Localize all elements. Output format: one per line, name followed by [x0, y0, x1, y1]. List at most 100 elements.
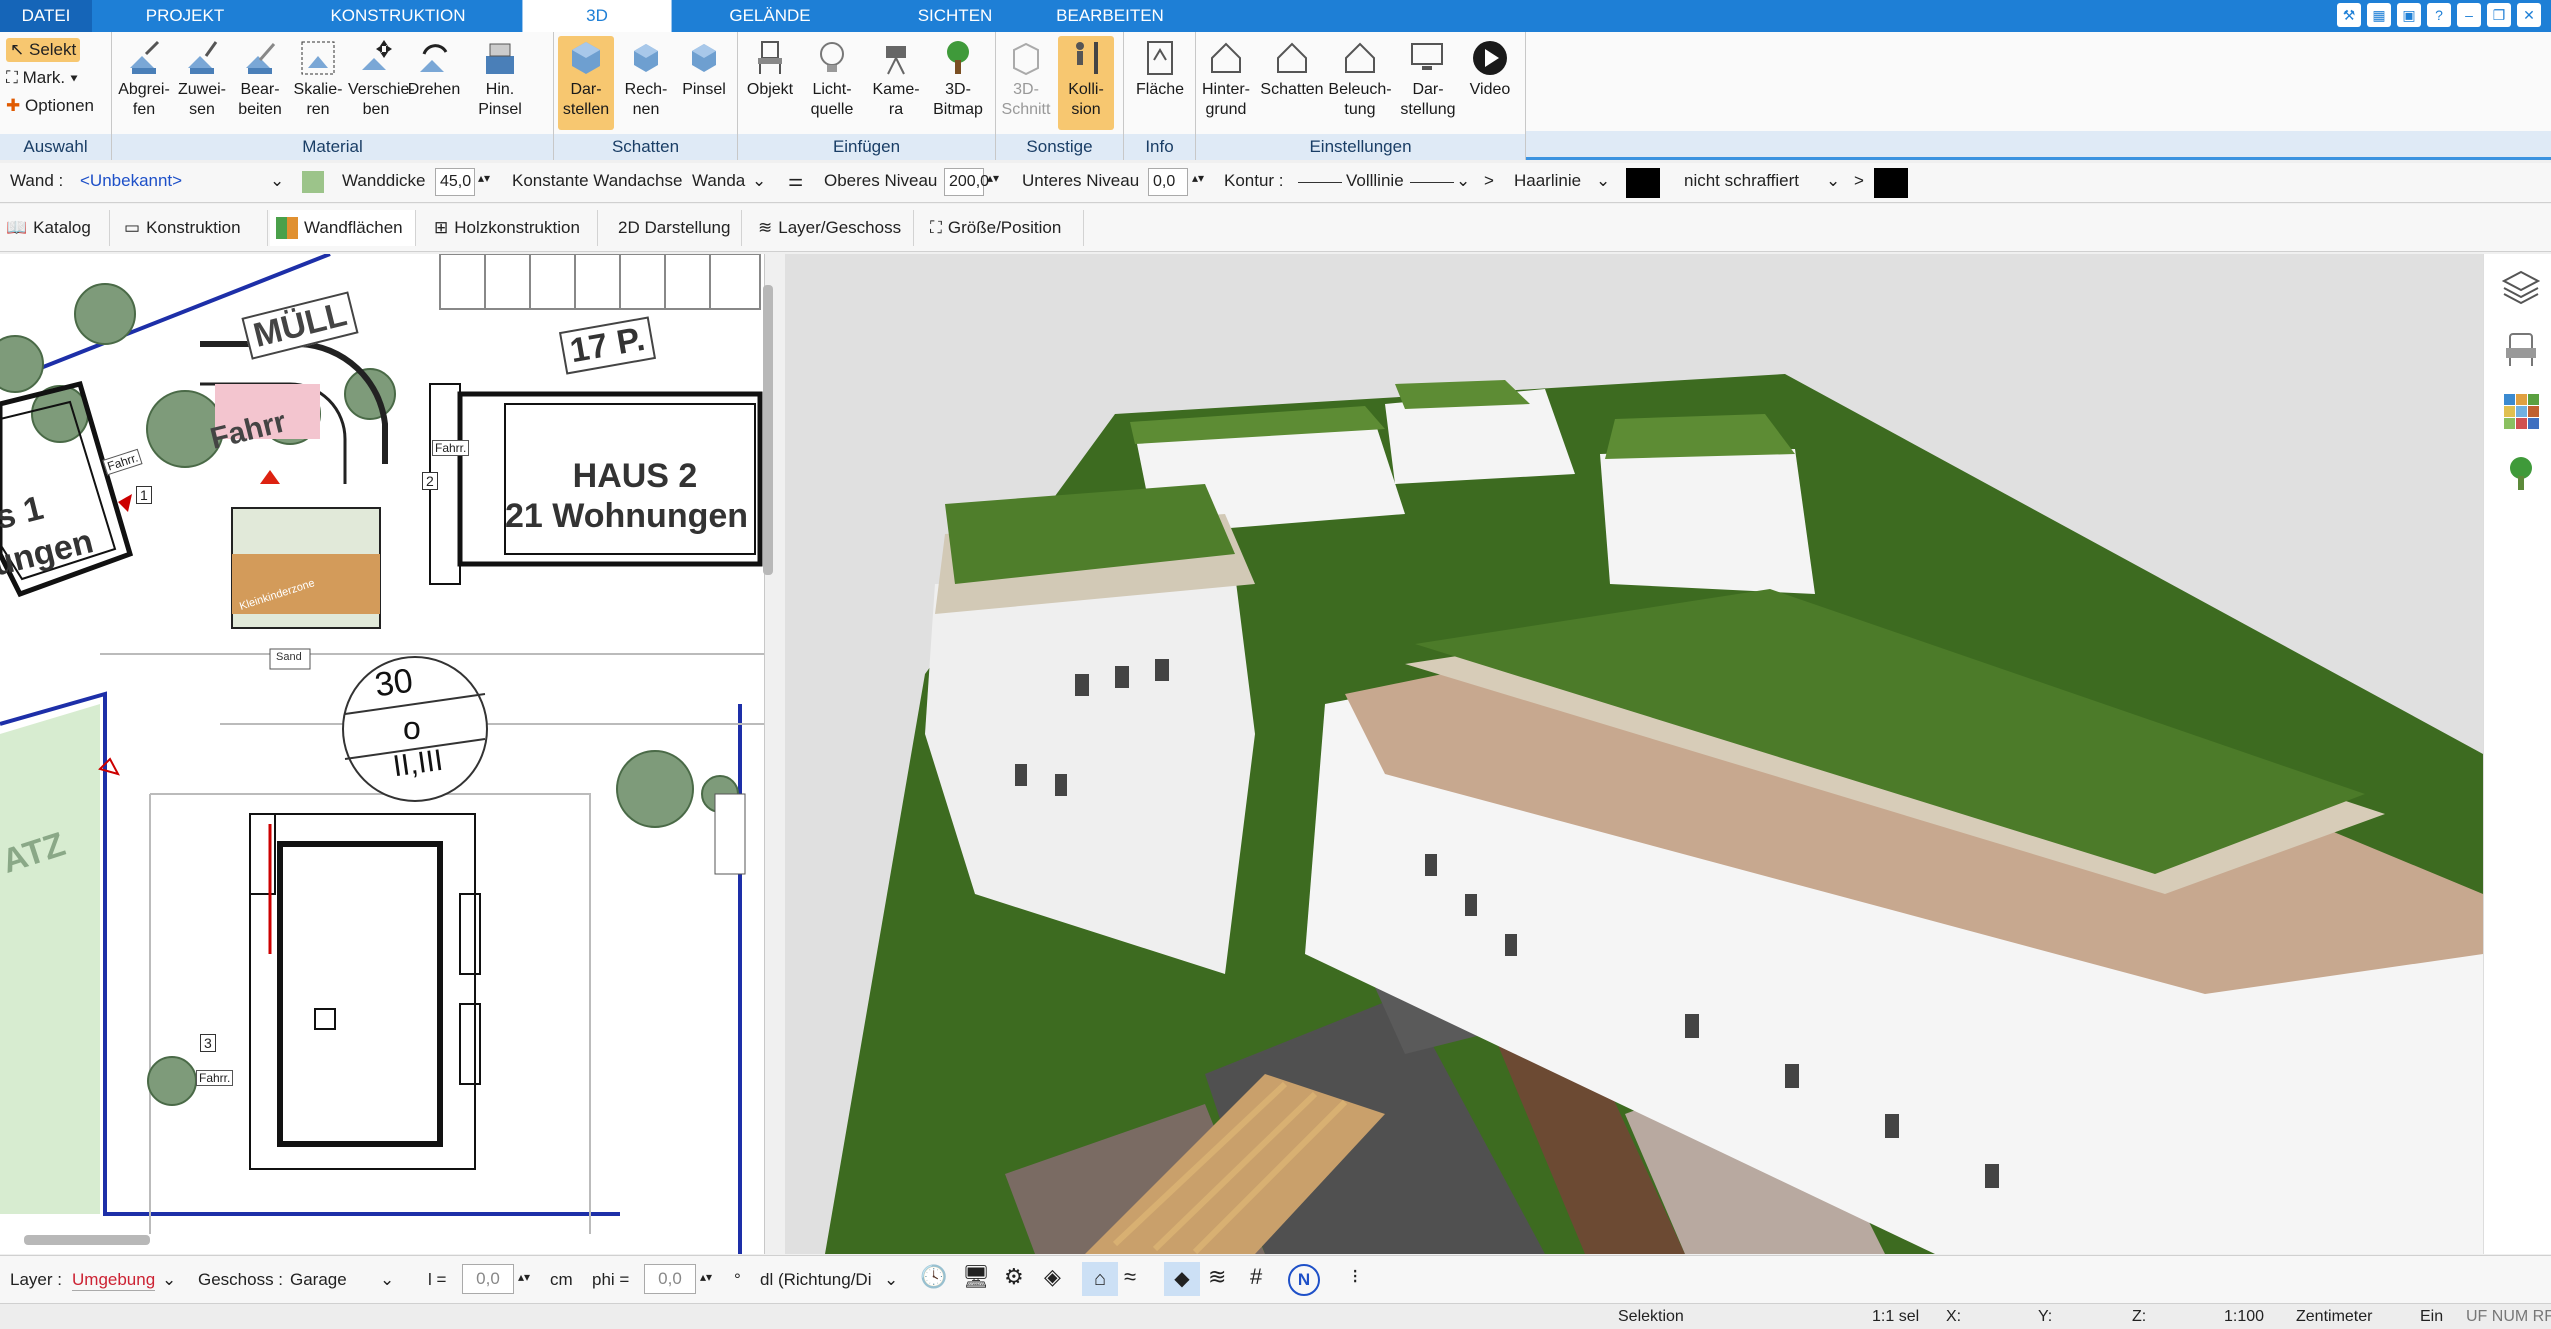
tab-3d[interactable]: 3D	[522, 0, 672, 32]
kontur-select[interactable]: Volllinie	[1346, 171, 1404, 191]
line-color-swatch[interactable]	[1626, 168, 1660, 198]
armchair-icon[interactable]	[2502, 330, 2540, 368]
north-icon[interactable]: N	[1288, 1264, 1320, 1296]
monitor-icon[interactable]: 🖥	[962, 1264, 990, 1290]
kamera-button[interactable]: Kame- ra	[868, 36, 924, 120]
hin-pinsel-button[interactable]: Hin. Pinsel	[472, 36, 528, 120]
window-icon[interactable]: ▣	[2397, 3, 2421, 27]
restore-button[interactable]: ❐	[2487, 3, 2511, 27]
tools-icon[interactable]: ⚒	[2337, 3, 2361, 27]
plan-horizontal-scrollbar[interactable]	[24, 1235, 150, 1245]
schraffur-dropdown-icon[interactable]: ⌄	[1826, 171, 1840, 191]
lichtquelle-button[interactable]: Licht- quelle	[804, 36, 860, 120]
bitmap3d-button[interactable]: 3D- Bitmap	[930, 36, 986, 120]
beleuchtung-button[interactable]: Beleuch- tung	[1328, 36, 1392, 120]
phi-spinner[interactable]: ▴▾	[700, 1270, 712, 1284]
fill-color-swatch[interactable]	[1874, 168, 1908, 198]
close-button[interactable]: ✕	[2517, 3, 2541, 27]
floor-plan-drawing[interactable]	[0, 254, 765, 1254]
layer-select[interactable]: Umgebung	[72, 1270, 156, 1291]
pipette-icon	[130, 40, 160, 74]
l-input[interactable]: 0,0	[462, 1264, 514, 1294]
tab-2d-darstellung[interactable]: 2D Darstellung	[612, 210, 742, 246]
plane-view-icon[interactable]: ◆	[1164, 1262, 1200, 1296]
tab-2d-darstellung-label: 2D Darstellung	[618, 218, 731, 237]
haarlinie-dropdown-icon[interactable]: ⌄	[1596, 171, 1610, 191]
tab-holzkonstruktion[interactable]: ⊞ Holzkonstruktion	[428, 210, 598, 246]
schnitt3d-button[interactable]: 3D- Schnitt	[998, 36, 1054, 120]
schraffur-select[interactable]: nicht schraffiert	[1684, 171, 1799, 191]
oberes-input[interactable]: 200,0	[944, 168, 989, 196]
more-icon[interactable]: ⁝	[1352, 1264, 1358, 1289]
wanddicke-input[interactable]: 45,0	[435, 168, 475, 196]
konst-dropdown-icon[interactable]: ⌄	[752, 171, 766, 191]
tab-layer-geschoss[interactable]: ≋ Layer/Geschoss	[752, 210, 914, 246]
3d-scene[interactable]	[785, 254, 2483, 1254]
optionen-button[interactable]: ✚ Optionen	[6, 94, 94, 118]
plant-icon[interactable]	[2502, 454, 2540, 492]
tab-gelaende[interactable]: GELÄNDE	[700, 0, 840, 32]
objekt-button[interactable]: Objekt	[742, 36, 798, 100]
layers-icon[interactable]	[2502, 268, 2540, 306]
help-icon[interactable]: ?	[2427, 3, 2451, 27]
wand-dropdown-icon[interactable]: ⌄	[270, 171, 284, 191]
schatten-pinsel-button[interactable]: Pinsel	[676, 36, 732, 100]
minimize-button[interactable]: –	[2457, 3, 2481, 27]
unteres-spinner[interactable]: ▴▾	[1192, 171, 1204, 185]
tab-konstruktion[interactable]: KONSTRUKTION	[318, 0, 478, 32]
zuweisen-button[interactable]: Zuwei- sen	[174, 36, 230, 120]
grid-icon[interactable]: #	[1250, 1264, 1262, 1290]
darstellung-button[interactable]: Dar- stellung	[1400, 36, 1456, 120]
skalieren-button[interactable]: Skalie- ren	[290, 36, 346, 120]
3d-view[interactable]	[785, 254, 2483, 1254]
selekt-button[interactable]: ↖ Selekt	[6, 38, 81, 62]
kontur-next-arrow[interactable]: >	[1484, 171, 1494, 191]
geschoss-dropdown-icon[interactable]: ⌄	[380, 1270, 394, 1290]
hintergrund-button[interactable]: Hinter- grund	[1198, 36, 1254, 120]
tab-bearbeiten[interactable]: BEARBEITEN	[1040, 0, 1180, 32]
darstellen-button[interactable]: Dar- stellen	[558, 36, 614, 130]
camera-path-icon[interactable]: ⚙	[1004, 1264, 1024, 1290]
bearbeiten-label: Bear- beiten	[238, 81, 282, 118]
l-spinner[interactable]: ▴▾	[518, 1270, 530, 1284]
tab-konstruktion-sub[interactable]: ▭ Konstruktion	[118, 210, 268, 246]
cube-view-icon[interactable]: ◈	[1044, 1264, 1061, 1290]
tab-sichten[interactable]: SICHTEN	[890, 0, 1020, 32]
tab-wandflaechen[interactable]: Wandflächen	[270, 210, 416, 246]
wanddicke-spinner[interactable]: ▴▾	[478, 171, 490, 185]
kontur-dropdown-icon[interactable]: ⌄	[1456, 171, 1470, 191]
plan-vertical-scrollbar[interactable]	[763, 285, 773, 575]
tab-projekt[interactable]: PROJEKT	[120, 0, 250, 32]
unteres-input[interactable]: 0,0	[1148, 168, 1188, 196]
schraffur-next-arrow[interactable]: >	[1854, 171, 1864, 191]
dl-select[interactable]: dl (Richtung/Di	[760, 1270, 872, 1290]
abgreifen-button[interactable]: Abgrei- fen	[116, 36, 172, 120]
bearbeiten-button[interactable]: Bear- beiten	[232, 36, 288, 120]
floor-plan-view[interactable]: MÜLL 17 P. HAUS 2 21 Wohnungen s 1 ungen…	[0, 254, 765, 1254]
video-button[interactable]: Video	[1462, 36, 1518, 100]
verschieben-button[interactable]: Verschie- ben	[348, 36, 415, 120]
terrain-icon[interactable]: ≋	[1208, 1264, 1226, 1290]
materials-icon[interactable]	[2502, 392, 2540, 430]
drehen-button[interactable]: Drehen	[406, 36, 462, 100]
mark-button[interactable]: ⛶ Mark. ▾	[6, 66, 78, 90]
tab-datei[interactable]: DATEI	[0, 0, 92, 32]
wand-select[interactable]: <Unbekannt>	[80, 171, 182, 191]
kollision-button[interactable]: Kolli- sion	[1058, 36, 1114, 130]
geschoss-select[interactable]: Garage	[290, 1270, 347, 1290]
layer-dropdown-icon[interactable]: ⌄	[162, 1270, 176, 1290]
dl-dropdown-icon[interactable]: ⌄	[884, 1270, 898, 1290]
roof-view-icon[interactable]: ⌂	[1082, 1262, 1118, 1296]
tab-groesse-position[interactable]: ⛶ Größe/Position	[924, 210, 1084, 246]
clock-icon[interactable]: 🕓	[920, 1264, 947, 1290]
phi-input[interactable]: 0,0	[644, 1264, 696, 1294]
haarlinie-select[interactable]: Haarlinie	[1514, 171, 1581, 191]
wave-icon[interactable]: ≈	[1124, 1264, 1136, 1290]
flaeche-button[interactable]: Fläche	[1132, 36, 1188, 100]
oberes-spinner[interactable]: ▴▾	[987, 171, 999, 185]
rechnen-button[interactable]: Rech- nen	[618, 36, 674, 120]
konst-select[interactable]: Wanda	[692, 171, 745, 191]
einst-schatten-button[interactable]: Schatten	[1260, 36, 1324, 100]
layout-icon[interactable]: ▦	[2367, 3, 2391, 27]
tab-katalog[interactable]: 📖 Katalog	[0, 210, 110, 246]
